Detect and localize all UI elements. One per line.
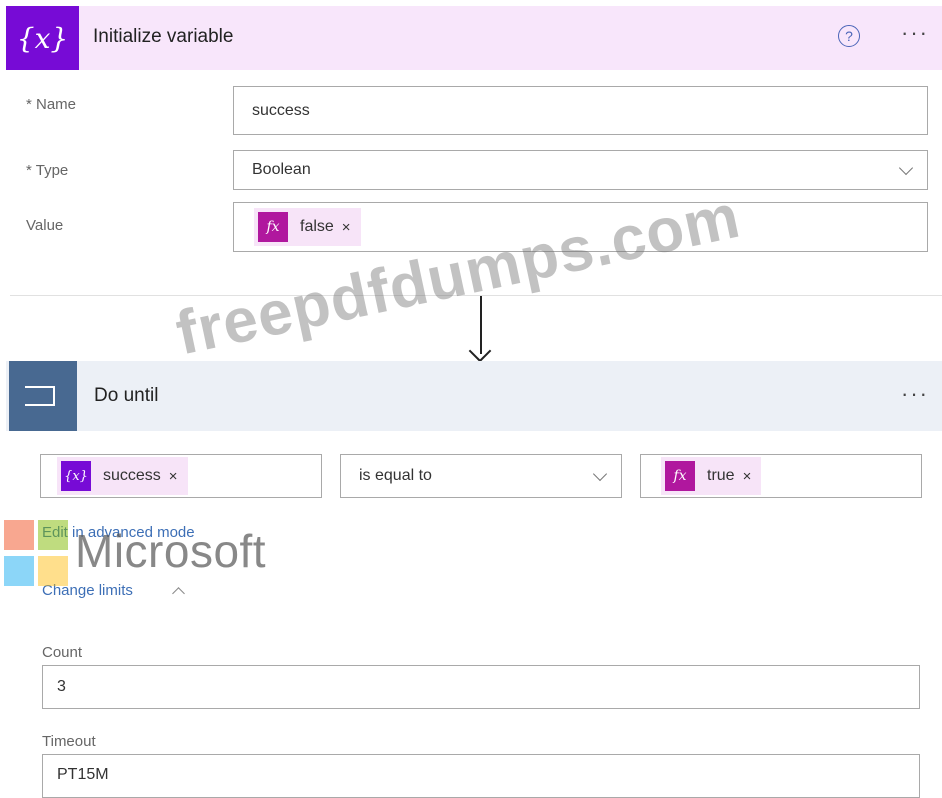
- microsoft-watermark: Microsoft: [75, 525, 267, 577]
- variable-icon: {x}: [6, 6, 79, 70]
- count-input[interactable]: 3: [42, 665, 920, 709]
- help-icon[interactable]: ?: [838, 25, 860, 47]
- timeout-input[interactable]: PT15M: [42, 754, 920, 798]
- initialize-variable-header[interactable]: {x} Initialize variable ? ···: [6, 6, 942, 70]
- remove-token-icon[interactable]: ×: [342, 219, 351, 236]
- more-options-icon[interactable]: ···: [901, 381, 929, 407]
- microsoft-logo-tile-green: [38, 520, 68, 550]
- microsoft-logo-tile-red: [4, 520, 34, 550]
- loop-icon: [9, 361, 77, 431]
- count-value: 3: [57, 678, 66, 695]
- type-dropdown[interactable]: Boolean: [233, 150, 928, 190]
- arrow-down-icon: [468, 339, 492, 363]
- action-title: Initialize variable: [93, 26, 234, 47]
- remove-token-icon[interactable]: ×: [169, 468, 178, 485]
- condition-right-label: true: [707, 467, 735, 484]
- condition-left-input[interactable]: {x} success ×: [40, 454, 322, 498]
- microsoft-logo-tile-yellow: [38, 556, 68, 586]
- name-label: * Name: [26, 96, 77, 113]
- condition-right-input[interactable]: fx true ×: [640, 454, 922, 498]
- value-token-label: false: [300, 218, 334, 235]
- operator-value: is equal to: [359, 467, 432, 484]
- action-title: Do until: [94, 385, 159, 406]
- fx-icon: fx: [258, 212, 288, 242]
- do-until-header[interactable]: Do until ···: [6, 361, 942, 431]
- condition-operator-dropdown[interactable]: is equal to: [340, 454, 622, 498]
- condition-right-token[interactable]: fx true ×: [661, 457, 762, 495]
- condition-left-token[interactable]: {x} success ×: [57, 457, 188, 495]
- chevron-up-icon[interactable]: [172, 587, 185, 600]
- value-token[interactable]: fx false ×: [254, 208, 361, 246]
- condition-left-label: success: [103, 467, 161, 484]
- variable-icon: {x}: [61, 461, 91, 491]
- name-input[interactable]: success: [233, 86, 928, 135]
- remove-token-icon[interactable]: ×: [743, 468, 752, 485]
- value-label: Value: [26, 217, 64, 234]
- timeout-label: Timeout: [42, 733, 96, 750]
- timeout-value: PT15M: [57, 766, 109, 783]
- microsoft-logo-tile-blue: [4, 556, 34, 586]
- type-label: * Type: [26, 162, 69, 179]
- type-value: Boolean: [252, 161, 311, 178]
- count-label: Count: [42, 644, 83, 661]
- chevron-down-icon: [898, 160, 914, 176]
- fx-icon: fx: [665, 461, 695, 491]
- chevron-down-icon: [592, 466, 608, 482]
- name-value: success: [252, 101, 310, 119]
- more-options-icon[interactable]: ···: [901, 20, 929, 46]
